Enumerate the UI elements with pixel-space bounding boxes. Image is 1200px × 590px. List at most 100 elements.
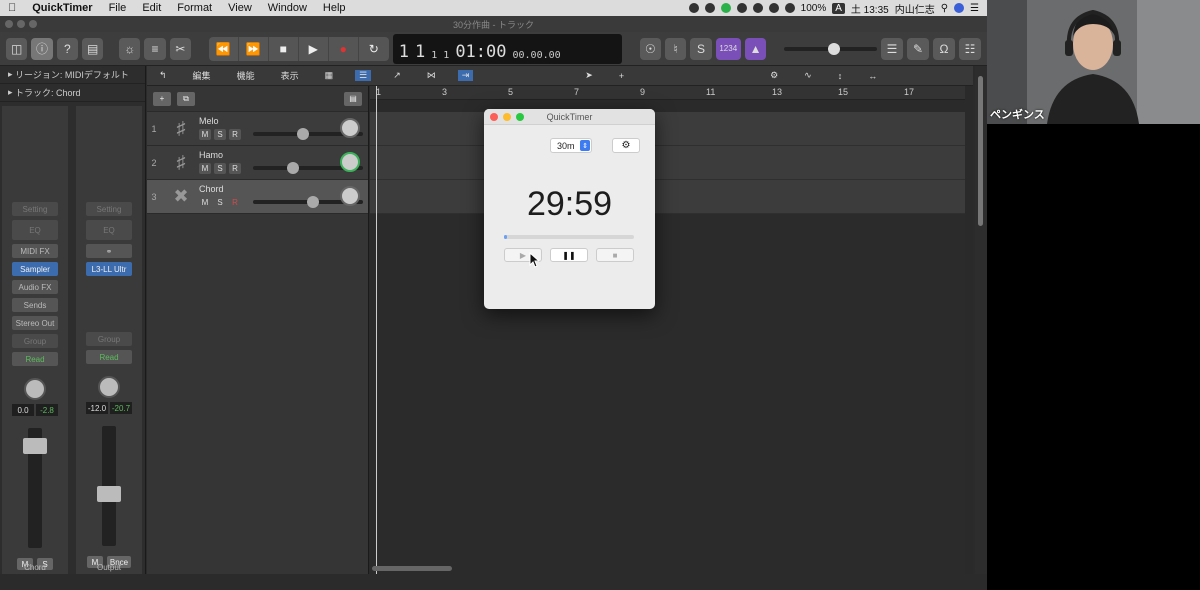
stop-button[interactable]: ■ xyxy=(596,248,634,262)
fader-cap[interactable] xyxy=(23,438,47,454)
volume-knob[interactable] xyxy=(306,196,319,208)
record-enable-button[interactable]: R xyxy=(229,197,241,208)
setting-button[interactable]: Setting xyxy=(86,202,132,216)
mute-button[interactable]: M xyxy=(199,197,211,208)
play-button[interactable]: ▶ xyxy=(299,36,329,61)
editors-icon[interactable]: ✂ xyxy=(169,37,192,60)
midi-fx-button[interactable]: MIDI FX xyxy=(12,244,58,258)
menu-app-name[interactable]: QuickTimer xyxy=(24,2,100,14)
fader-cap[interactable] xyxy=(97,486,121,502)
zoom-icon[interactable] xyxy=(29,20,37,28)
volume-knob[interactable] xyxy=(297,128,310,140)
group-button[interactable]: Group xyxy=(86,332,132,346)
menu-view[interactable]: View xyxy=(220,2,260,14)
time-machine-icon[interactable] xyxy=(736,3,747,13)
catch-icon[interactable]: ⇥ xyxy=(457,70,474,81)
record-enable-button[interactable]: R xyxy=(229,163,241,174)
lane-hamo[interactable] xyxy=(370,146,965,180)
settings-button[interactable]: ⚙ xyxy=(612,138,640,153)
scroll-thumb[interactable] xyxy=(978,76,983,226)
menu-edit[interactable]: Edit xyxy=(134,2,169,14)
menu-file[interactable]: File xyxy=(101,2,135,14)
arrange-area-empty[interactable] xyxy=(370,214,965,574)
lcd-display[interactable]: 1 1 1 1 01:00 00.00.00 xyxy=(392,33,622,64)
inspector-icon[interactable]: ⓘ xyxy=(31,37,53,60)
solo-button[interactable]: S xyxy=(214,197,226,208)
volume-fader[interactable] xyxy=(97,426,121,546)
library-icon[interactable]: ◫ xyxy=(6,37,28,60)
volume-value[interactable]: 0.0 xyxy=(12,404,34,416)
toolbar-icon[interactable]: ▤ xyxy=(81,37,104,60)
menu-window[interactable]: Window xyxy=(260,2,315,14)
link-icon[interactable]: ⚭ xyxy=(86,244,132,258)
line-icon[interactable] xyxy=(720,3,731,13)
snap-settings-icon[interactable]: ⚙ xyxy=(766,70,782,81)
solo-icon[interactable]: S xyxy=(690,37,712,60)
automation-icon[interactable]: ↗ xyxy=(389,70,405,81)
peak-value[interactable]: -2.8 xyxy=(36,404,58,416)
menu-help[interactable]: Help xyxy=(315,2,354,14)
bluetooth-icon[interactable] xyxy=(752,3,763,13)
pause-button[interactable]: ❚❚ xyxy=(550,248,588,262)
mute-button[interactable]: M xyxy=(199,163,211,174)
minimize-icon[interactable] xyxy=(17,20,25,28)
vertical-zoom-icon[interactable]: ↕ xyxy=(834,71,847,81)
track-name[interactable]: Melo xyxy=(199,116,219,126)
volume-fader[interactable] xyxy=(23,428,47,548)
track-row-chord[interactable]: 3 ✖ Chord M S R xyxy=(147,180,368,214)
close-icon[interactable] xyxy=(5,20,13,28)
record-button[interactable]: ● xyxy=(329,36,359,61)
peak-value[interactable]: -20.7 xyxy=(110,402,132,414)
scroll-thumb[interactable] xyxy=(372,566,452,571)
automation-mode[interactable]: Read xyxy=(86,350,132,364)
pan-knob[interactable] xyxy=(340,186,360,206)
global-tracks-button[interactable]: ▤ xyxy=(344,91,362,106)
solo-button[interactable]: S xyxy=(214,163,226,174)
track-row-hamo[interactable]: 2 ♯ Hamo M S R xyxy=(147,146,368,180)
quicktimer-titlebar[interactable]: QuickTimer xyxy=(484,109,655,125)
help-icon[interactable]: ? xyxy=(56,37,78,60)
list-editors-icon[interactable]: ☰ xyxy=(881,37,903,60)
forward-button[interactable]: ⏩ xyxy=(239,36,269,61)
pointer-tool-icon[interactable]: ➤ xyxy=(581,70,597,81)
menu-format[interactable]: Format xyxy=(169,2,220,14)
wifi-icon[interactable] xyxy=(768,3,779,13)
zoom-icon[interactable] xyxy=(516,113,524,121)
volume-knob[interactable] xyxy=(287,162,300,174)
solo-button[interactable]: S xyxy=(214,129,226,140)
l3-plugin[interactable]: L3-LL Ultr xyxy=(86,262,132,276)
output-button[interactable]: Stereo Out xyxy=(12,316,58,330)
smart-controls-icon[interactable]: ☼ xyxy=(119,37,141,60)
tuner-icon[interactable]: ♮ xyxy=(664,37,687,60)
master-volume-knob[interactable] xyxy=(827,42,840,55)
track-row-melo[interactable]: 1 ♯ Melo M S R xyxy=(147,112,368,146)
playhead[interactable] xyxy=(376,86,377,574)
lane-melo[interactable] xyxy=(370,112,965,146)
metronome-icon[interactable]: ▲ xyxy=(744,37,767,60)
automation-mode[interactable]: Read xyxy=(12,352,58,366)
clock[interactable]: 土 13:35 xyxy=(851,1,889,16)
master-volume-slider[interactable] xyxy=(783,42,877,55)
menu-edit-tracks[interactable]: 編集 xyxy=(189,69,215,82)
battery-percent[interactable]: 100% xyxy=(801,3,827,14)
track-lanes[interactable] xyxy=(370,112,965,214)
apple-icon[interactable]:  xyxy=(0,2,24,14)
notification-center-icon[interactable]: ☰ xyxy=(970,3,979,14)
minimize-icon[interactable] xyxy=(503,113,511,121)
vertical-scrollbar[interactable] xyxy=(975,66,987,574)
pan-knob[interactable] xyxy=(340,118,360,138)
siri-icon[interactable] xyxy=(954,3,965,13)
back-icon[interactable]: ↰ xyxy=(155,70,171,81)
evernote-icon[interactable] xyxy=(704,3,715,13)
sampler-plugin[interactable]: Sampler xyxy=(12,262,58,276)
rewind-button[interactable]: ⏪ xyxy=(209,36,239,61)
grid-icon[interactable]: ▦ xyxy=(321,70,338,81)
track-name[interactable]: Chord xyxy=(199,184,224,194)
input-source-icon[interactable]: A xyxy=(832,2,845,14)
track-name[interactable]: Hamo xyxy=(199,150,223,160)
lane-chord[interactable] xyxy=(370,180,965,214)
setting-button[interactable]: Setting xyxy=(12,202,58,216)
replace-icon[interactable]: ☉ xyxy=(639,37,661,60)
eq-button[interactable]: EQ xyxy=(12,220,58,240)
horizontal-scrollbar[interactable] xyxy=(370,566,970,572)
